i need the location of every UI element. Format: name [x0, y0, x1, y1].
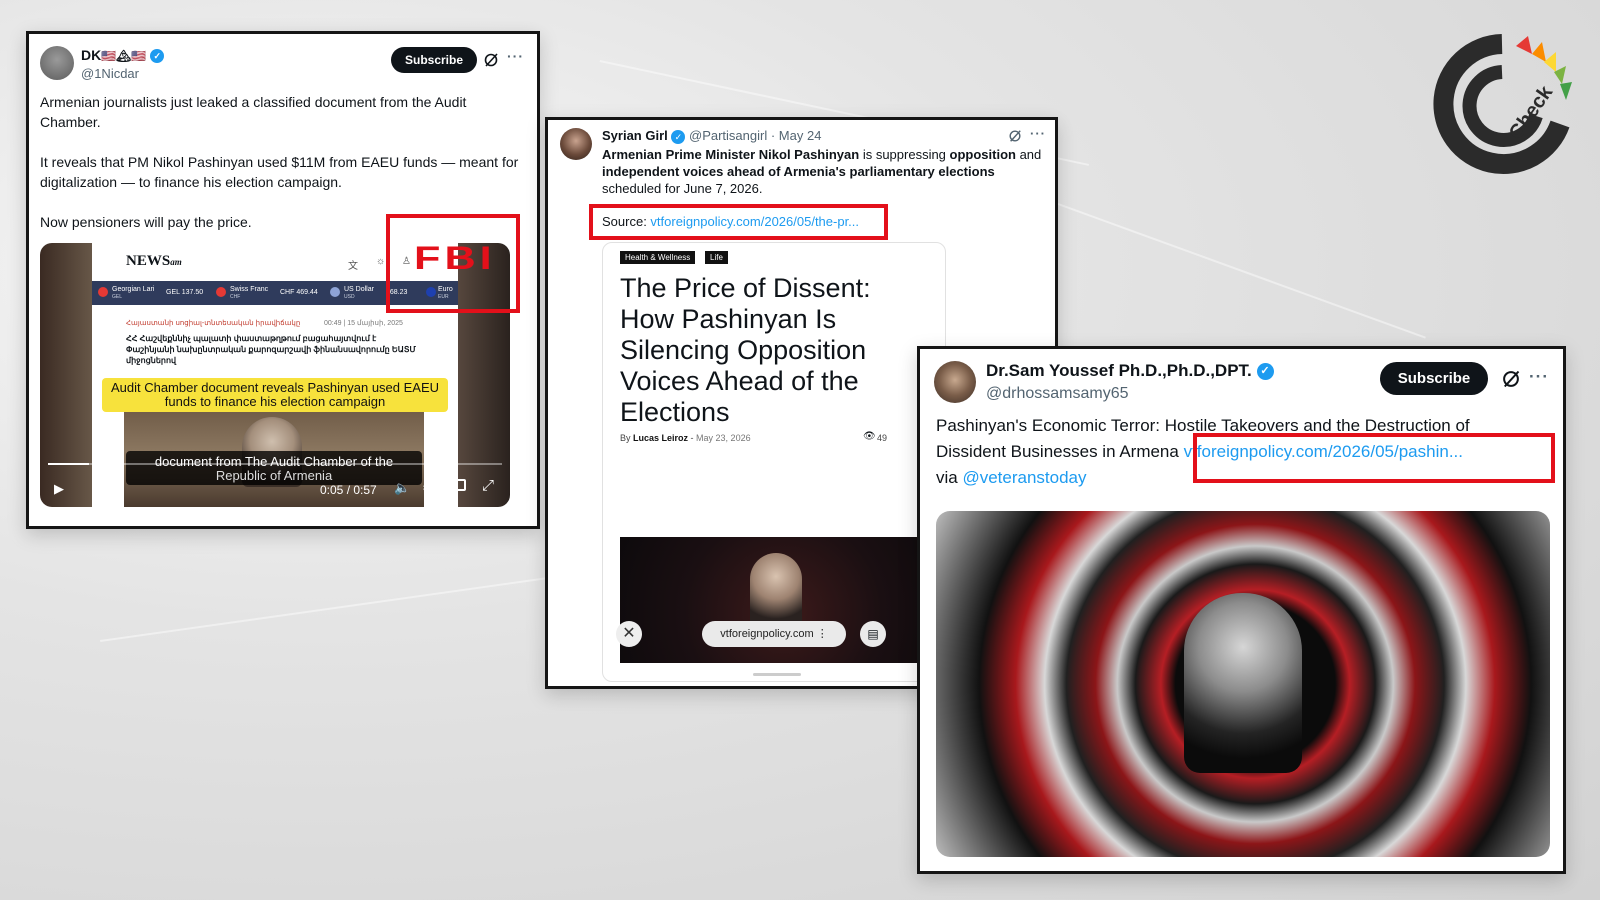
verified-icon: ✓	[1256, 363, 1274, 381]
fullscreen-icon[interactable]: ⤢	[482, 477, 494, 494]
article-time: 00:49 | 15 մայիսի, 2025	[324, 320, 403, 327]
highlight-box: FBI	[386, 214, 520, 313]
tweet-date[interactable]: · May 24	[771, 128, 822, 143]
more-options-icon[interactable]: ···	[1529, 367, 1549, 387]
avatar[interactable]	[560, 128, 592, 160]
portrait-figure	[750, 553, 802, 631]
check-logo: Check	[1432, 32, 1572, 182]
more-options-icon[interactable]: ···	[507, 48, 524, 64]
tweet-card-sam-youssef: Dr.Sam Youssef Ph.D.,Ph.D.,DPT. ✓ @drhos…	[917, 346, 1566, 874]
tweet-text: Armenian Prime Minister Nikol Pashinyan …	[602, 147, 1042, 196]
subscribe-button[interactable]: Subscribe	[391, 47, 477, 73]
avatar[interactable]	[934, 361, 976, 403]
link-highlight-box	[1193, 433, 1555, 483]
author-name-row[interactable]: DK🇺🇸🏔🇺🇸 ✓	[81, 47, 165, 64]
author-handle[interactable]: @drhossamsamy65	[986, 385, 1129, 403]
highlight-caption: Audit Chamber document reveals Pashinyan…	[102, 378, 448, 412]
article-headline: ՀՀ Հաշվեքննիչ պալատի փաստաթղթում բացահայ…	[126, 334, 416, 365]
video-time: 0:05 / 0:57	[320, 483, 377, 497]
volume-icon[interactable]: 🔈	[394, 480, 410, 496]
author-name-row[interactable]: Dr.Sam Youssef Ph.D.,Ph.D.,DPT. ✓	[986, 361, 1274, 381]
author-name[interactable]: DK	[81, 47, 101, 63]
close-icon[interactable]: ✕	[616, 621, 642, 647]
play-icon[interactable]: ▶	[54, 481, 64, 497]
fbi-stamp: FBI	[414, 240, 496, 276]
author-flags: 🇺🇸🏔🇺🇸	[101, 49, 147, 63]
tweet-text-paragraph: Armenian journalists just leaked a class…	[40, 94, 467, 130]
article-tag[interactable]: Health & Wellness	[620, 251, 696, 264]
reader-mode-icon[interactable]: ▤	[860, 621, 886, 647]
article-category: Հայաստանի սոցիալ-տնտեսական իրավիճակը	[126, 320, 301, 327]
us-flag-icon	[330, 287, 340, 297]
article-byline: By Lucas Leiroz - May 23, 2026	[620, 433, 751, 443]
mention-link[interactable]: @veteranstoday	[962, 468, 1086, 487]
tweet-text-paragraph: It reveals that PM Nikol Pashinyan used …	[40, 154, 519, 190]
article-headline: The Price of Dissent: How Pashinyan Is S…	[620, 273, 871, 427]
url-pill[interactable]: vtforeignpolicy.com ⋮	[702, 621, 846, 647]
author-name[interactable]: Syrian Girl	[602, 128, 668, 143]
subscribe-button[interactable]: Subscribe	[1380, 362, 1488, 395]
video-subtitle: document from The Audit Chamber of the R…	[126, 451, 422, 485]
article-image: ✕ vtforeignpolicy.com ⋮ ▤	[616, 537, 945, 663]
portrait-figure	[1184, 593, 1302, 773]
settings-icon[interactable]: ⚙	[422, 479, 435, 497]
avatar[interactable]	[40, 46, 74, 80]
author-handle[interactable]: @Partisangirl	[689, 128, 767, 143]
view-count: 49	[877, 433, 888, 443]
article-tag[interactable]: Life	[705, 251, 728, 264]
translate-icon: 文	[348, 261, 358, 272]
author-handle[interactable]: @1Nicdar	[81, 66, 139, 81]
video-progress-track[interactable]	[48, 463, 502, 465]
sun-icon: ☼	[376, 256, 386, 267]
author-row[interactable]: Syrian Girl ✓ @Partisangirl · May 24	[602, 128, 821, 144]
grok-icon[interactable]	[1501, 369, 1521, 394]
video-progress-fill	[48, 463, 89, 465]
georgia-flag-icon	[98, 287, 108, 297]
swiss-flag-icon	[216, 287, 226, 297]
pip-icon[interactable]	[452, 479, 466, 491]
verified-icon: ✓	[150, 49, 165, 64]
source-line: Source: vtforeignpolicy.com/2026/05/the-…	[602, 214, 860, 229]
tweet-card-dk: DK🇺🇸🏔🇺🇸 ✓ @1Nicdar Subscribe ··· Armenia…	[26, 31, 540, 529]
article-preview[interactable]: Health & Wellness Life The Price of Diss…	[602, 242, 946, 682]
author-name[interactable]: Dr.Sam Youssef Ph.D.,Ph.D.,DPT.	[986, 361, 1252, 380]
verified-icon: ✓	[671, 129, 686, 144]
grok-icon[interactable]	[483, 52, 499, 73]
site-logo: NEWSam	[126, 253, 182, 269]
home-indicator	[753, 673, 801, 676]
eye-icon: 👁	[863, 431, 876, 442]
tweet-image[interactable]	[936, 511, 1550, 857]
more-options-icon[interactable]: ···	[1030, 126, 1046, 141]
source-link[interactable]: vtforeignpolicy.com/2026/05/the-pr...	[650, 214, 859, 229]
background-crease	[1049, 200, 1426, 339]
